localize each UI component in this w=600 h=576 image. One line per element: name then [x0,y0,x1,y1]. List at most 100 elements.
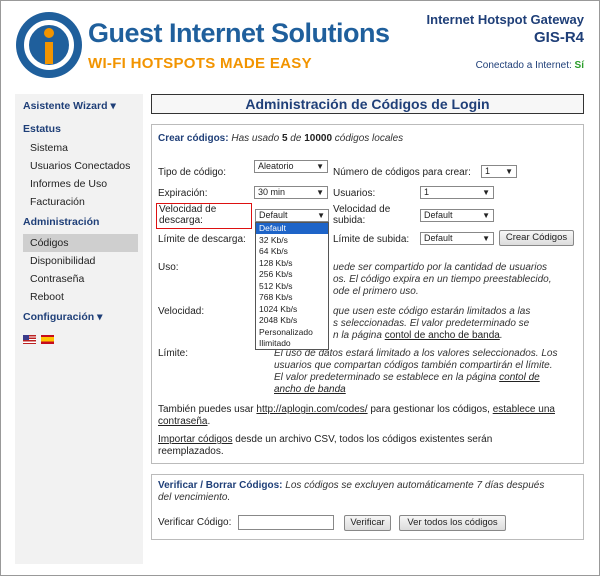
download-speed-label-line2: descarga: [159,215,203,226]
sidebar-item-connected-users[interactable]: Usuarios Conectados [30,160,130,172]
download-speed-select[interactable]: Default ▼ [255,209,329,222]
verify-code-label: Verificar Código: [158,517,232,528]
usage-mid: de [290,133,302,144]
dropdown-option[interactable]: Ilimitado [256,338,328,349]
download-speed-dropdown-list: Default 32 Kb/s 64 Kb/s 128 Kb/s 256 Kb/… [255,222,329,350]
upload-limit-label: Límite de subida: [333,234,410,245]
velocidad-line-3-text: n la página [333,330,382,341]
aplogin-mid: para gestionar los códigos, [370,404,490,415]
sidebar-item-availability[interactable]: Disponibilidad [30,255,95,267]
chevron-down-icon: ▼ [482,211,490,220]
usage-used: 5 [281,133,288,144]
create-heading: Crear códigos: [158,133,229,144]
spain-flag-icon[interactable] [41,334,54,344]
sidebar-heading-status[interactable]: Estatus [23,123,61,135]
brand-name: Guest Internet Solutions [88,18,390,48]
count-value: 1 [485,166,491,176]
sidebar-wizard[interactable]: Asistente Wizard ▾ [23,100,116,112]
count-label: Número de códigos para crear: [333,167,471,178]
double-chevron-down-icon: ▾ [110,100,116,112]
dropdown-option[interactable]: 256 Kb/s [256,269,328,280]
uso-line-1: uede ser compartido por la cantidad de u… [333,262,548,273]
model-name: GIS-R4 [533,29,584,46]
chevron-down-icon: ▼ [316,188,324,197]
import-line-2: reemplazados. [158,446,224,457]
velocidad-label: Velocidad: [158,306,205,317]
verify-button[interactable]: Verificar [344,515,391,531]
dropdown-option[interactable]: 2048 Kb/s [256,315,328,326]
code-type-value: Aleatorio [258,161,294,171]
view-all-codes-button[interactable]: Ver todos los códigos [399,515,506,531]
upload-speed-select[interactable]: Default ▼ [420,209,494,222]
set-password-link-2[interactable]: contraseña [158,416,207,427]
verify-note-2: del vencimiento. [158,492,231,503]
code-type-select[interactable]: Aleatorio ▼ [254,160,328,173]
sidebar-wizard-label: Asistente Wizard [23,100,108,112]
bandwidth-control-link-2a[interactable]: contol de [499,372,540,383]
velocidad-line-2: s seleccionadas. El valor predeterminado… [333,318,530,329]
us-flag-icon[interactable] [23,334,36,344]
uso-label: Uso: [158,262,179,273]
bandwidth-control-link[interactable]: contol de ancho de banda [385,330,500,341]
verify-code-input[interactable] [238,515,334,530]
sidebar: Asistente Wizard ▾ Estatus Sistema Usuar… [15,94,143,564]
aplogin-line: También puedes usar http://aplogin.com/c… [158,404,555,415]
dropdown-option[interactable]: 64 Kb/s [256,246,328,257]
import-line-text: desde un archivo CSV, todos los códigos … [235,434,493,445]
sidebar-configuration[interactable]: Configuración ▾ [23,311,102,323]
brand-tagline: WI-FI HOTSPOTS MADE EASY [88,55,312,72]
chevron-down-icon: ▼ [317,211,325,220]
dropdown-option[interactable]: 1024 Kb/s [256,304,328,315]
download-limit-label: Límite de descarga: [158,234,246,245]
upload-limit-select[interactable]: Default ▼ [420,232,494,245]
velocidad-line-1: que usen este código estarán limitados a… [333,306,531,317]
download-speed-value: Default [259,210,288,220]
download-speed-label: Velocidad de descarga: [159,204,216,226]
chevron-down-icon: ▼ [505,167,513,176]
sidebar-item-system[interactable]: Sistema [30,142,68,154]
aplogin-pre: También puedes usar [158,404,254,415]
dropdown-option[interactable]: 32 Kb/s [256,235,328,246]
import-line: Importar códigos desde un archivo CSV, t… [158,434,492,445]
expiry-value: 30 min [258,187,286,197]
limite-line-2: usuarios que compartan códigos también c… [274,360,553,371]
bandwidth-control-link-2b[interactable]: ancho de banda [274,384,346,395]
dropdown-option[interactable]: 128 Kb/s [256,258,328,269]
set-password-link[interactable]: establece una [493,404,555,415]
users-select[interactable]: 1 ▼ [420,186,494,199]
uso-line-2: os. El código expira en un tiempo preest… [333,274,552,285]
sidebar-item-codes[interactable]: Códigos [30,237,69,249]
dropdown-option[interactable]: Default [256,223,328,234]
double-chevron-down-icon: ▾ [97,311,103,323]
count-select[interactable]: 1 ▼ [481,165,517,178]
dropdown-option[interactable]: Personalizado [256,327,328,338]
sidebar-item-billing[interactable]: Facturación [30,196,85,208]
upload-speed-label-line2: subida: [333,215,366,226]
chevron-down-icon: ▼ [482,188,490,197]
verify-heading: Verificar / Borrar Códigos: [158,480,283,491]
users-value: 1 [424,187,430,197]
download-speed-label-line1: Velocidad de [159,204,217,215]
aplogin-link[interactable]: http://aplogin.com/codes/ [256,404,367,415]
logo-emblem-icon [16,12,82,78]
import-codes-link[interactable]: Importar códigos [158,434,232,445]
sidebar-item-usage-reports[interactable]: Informes de Uso [30,178,107,190]
create-codes-button[interactable]: Crear Códigos [499,230,574,246]
expiry-label: Expiración: [158,188,208,199]
sidebar-item-reboot[interactable]: Reboot [30,291,64,303]
create-codes-line: Crear códigos: Has usado 5 de 10000 códi… [158,133,403,144]
connection-status: Conectado a Internet: Sí [476,60,584,71]
upload-speed-label-line1: Velocidad de [333,204,391,215]
chevron-down-icon: ▼ [316,162,324,171]
limite-label: Límite: [158,348,189,359]
sidebar-heading-admin[interactable]: Administración [23,216,99,228]
expiry-select[interactable]: 30 min ▼ [254,186,328,199]
dropdown-option[interactable]: 512 Kb/s [256,281,328,292]
dropdown-option[interactable]: 768 Kb/s [256,292,328,303]
connection-value: Sí [574,60,584,71]
sidebar-item-password[interactable]: Contraseña [30,273,84,285]
usage-total: 10000 [304,133,333,144]
verify-line-1: Verificar / Borrar Códigos: Los códigos … [158,480,544,491]
uso-line-3: ode el primero uso. [333,286,419,297]
verify-note-1: Los códigos se excluyen automáticamente … [285,480,545,491]
